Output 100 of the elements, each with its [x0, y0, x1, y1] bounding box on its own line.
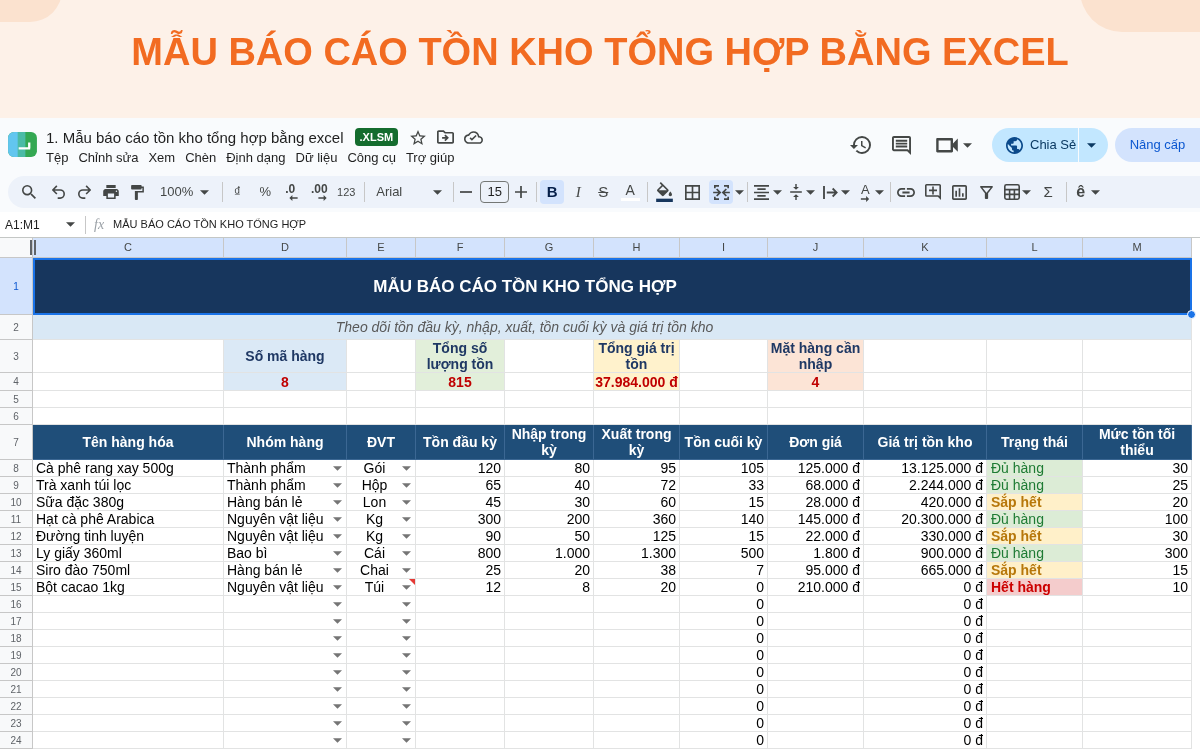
- column-header[interactable]: D: [224, 238, 347, 258]
- font-size-field[interactable]: 15: [480, 181, 510, 203]
- column-header[interactable]: E: [347, 238, 416, 258]
- row-header[interactable]: 20: [0, 664, 33, 681]
- dropdown-cell[interactable]: Nguyên vật liệu: [224, 579, 347, 596]
- chart-icon[interactable]: [952, 184, 968, 200]
- dropdown-cell[interactable]: [224, 613, 347, 630]
- wrap-text-icon[interactable]: [823, 185, 839, 199]
- row-header[interactable]: 4: [0, 373, 33, 391]
- dropdown-cell[interactable]: Hàng bán lẻ: [224, 494, 347, 511]
- dropdown-cell[interactable]: [224, 596, 347, 613]
- filter-icon[interactable]: [980, 185, 994, 199]
- dropdown-cell[interactable]: Lon: [347, 494, 416, 511]
- row-header[interactable]: 15: [0, 579, 33, 596]
- dropdown-cell[interactable]: [224, 630, 347, 647]
- caret-icon[interactable]: [875, 189, 885, 195]
- increase-decimals-button[interactable]: .00: [307, 180, 332, 204]
- dropdown-cell[interactable]: Gói: [347, 460, 416, 477]
- column-header[interactable]: L: [987, 238, 1083, 258]
- dropdown-cell[interactable]: [347, 630, 416, 647]
- redo-icon[interactable]: [78, 185, 91, 199]
- link-icon[interactable]: [897, 187, 916, 197]
- caret-icon[interactable]: [1022, 189, 1032, 195]
- row-header[interactable]: 22: [0, 698, 33, 715]
- dropdown-cell[interactable]: [224, 647, 347, 664]
- row-header[interactable]: 5: [0, 391, 33, 408]
- italic-button[interactable]: I: [566, 180, 591, 204]
- dropdown-cell[interactable]: Kg: [347, 528, 416, 545]
- row-header[interactable]: 7: [0, 425, 33, 460]
- dropdown-cell[interactable]: [347, 613, 416, 630]
- column-header[interactable]: H: [594, 238, 680, 258]
- dropdown-cell[interactable]: [224, 715, 347, 732]
- print-icon[interactable]: [103, 185, 119, 199]
- dropdown-cell[interactable]: Thành phẩm: [224, 460, 347, 477]
- formula-field[interactable]: MẪU BÁO CÁO TỒN KHO TỔNG HỢP: [113, 213, 1200, 236]
- column-header[interactable]: G: [505, 238, 594, 258]
- column-header[interactable]: C: [33, 238, 224, 258]
- dropdown-cell[interactable]: [224, 681, 347, 698]
- video-icon[interactable]: [936, 137, 958, 153]
- dropdown-cell[interactable]: [347, 732, 416, 749]
- dropdown-cell[interactable]: [224, 664, 347, 681]
- menu-item[interactable]: Xem: [143, 148, 181, 168]
- column-header[interactable]: I: [680, 238, 768, 258]
- menu-item[interactable]: Chỉnh sửa: [73, 148, 144, 168]
- dropdown-cell[interactable]: [224, 698, 347, 715]
- menu-item[interactable]: Công cụ: [342, 148, 401, 168]
- row-header[interactable]: 6: [0, 408, 33, 425]
- dropdown-cell[interactable]: Túi: [347, 579, 416, 596]
- paint-format-icon[interactable]: [131, 184, 144, 200]
- spreadsheet-icon[interactable]: [8, 132, 37, 157]
- row-header[interactable]: 10: [0, 494, 33, 511]
- dropdown-cell[interactable]: Cái: [347, 545, 416, 562]
- dropdown-cell[interactable]: Hộp: [347, 477, 416, 494]
- dropdown-cell[interactable]: [347, 715, 416, 732]
- row-header[interactable]: 11: [0, 511, 33, 528]
- functions-button[interactable]: Σ: [1040, 180, 1057, 204]
- row-header[interactable]: 9: [0, 477, 33, 494]
- cloud-icon[interactable]: [464, 130, 484, 144]
- column-header[interactable]: K: [864, 238, 987, 258]
- column-header[interactable]: M: [1083, 238, 1192, 258]
- dropdown-cell[interactable]: [347, 681, 416, 698]
- caret-icon[interactable]: [735, 189, 745, 195]
- star-icon[interactable]: [410, 129, 427, 145]
- comment-icon[interactable]: [892, 135, 911, 155]
- row-header[interactable]: 13: [0, 545, 33, 562]
- add-comment-icon[interactable]: [925, 184, 942, 200]
- row-header[interactable]: 14: [0, 562, 33, 579]
- font-dropdown[interactable]: Arial: [372, 180, 443, 204]
- merge-button[interactable]: [709, 180, 734, 204]
- align-center-icon[interactable]: [754, 184, 770, 200]
- row-header[interactable]: 21: [0, 681, 33, 698]
- row-header[interactable]: 17: [0, 613, 33, 630]
- column-header[interactable]: F: [416, 238, 505, 258]
- row-header[interactable]: 8: [0, 460, 33, 477]
- table-icon[interactable]: [1004, 184, 1021, 200]
- history-icon[interactable]: [850, 136, 871, 154]
- dropdown-cell[interactable]: Nguyên vật liệu: [224, 511, 347, 528]
- row-header[interactable]: 19: [0, 647, 33, 664]
- dropdown-cell[interactable]: Nguyên vật liệu: [224, 528, 347, 545]
- borders-icon[interactable]: [685, 184, 701, 200]
- share-menu-button[interactable]: [1079, 128, 1108, 162]
- currency-button[interactable]: ₫: [227, 180, 248, 204]
- share-button[interactable]: Chia Sẻ: [992, 128, 1078, 162]
- dropdown-cell[interactable]: Chai: [347, 562, 416, 579]
- vertical-align-icon[interactable]: [790, 184, 803, 200]
- row-header[interactable]: 24: [0, 732, 33, 749]
- dropdown-cell[interactable]: Thành phẩm: [224, 477, 347, 494]
- dropdown-cell[interactable]: [347, 698, 416, 715]
- menu-item[interactable]: Định dạng: [221, 148, 291, 168]
- row-header[interactable]: 12: [0, 528, 33, 545]
- menu-item[interactable]: Dữ liệu: [290, 148, 343, 168]
- double-bar-icon[interactable]: [30, 240, 36, 255]
- select-all-corner[interactable]: [0, 238, 33, 258]
- dropdown-cell[interactable]: Kg: [347, 511, 416, 528]
- search-icon[interactable]: [22, 185, 36, 199]
- text-color-button[interactable]: A: [618, 180, 643, 204]
- strikethrough-button[interactable]: S: [591, 180, 616, 204]
- fill-color-icon[interactable]: [656, 182, 674, 202]
- caret-icon[interactable]: [963, 142, 972, 148]
- row-header[interactable]: 16: [0, 596, 33, 613]
